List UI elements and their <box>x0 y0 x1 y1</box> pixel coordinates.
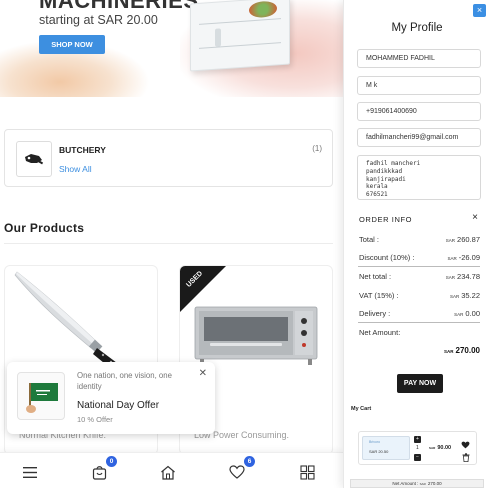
close-icon[interactable]: ✕ <box>199 368 207 379</box>
shop-now-button[interactable]: SHOP NOW <box>39 35 105 54</box>
category-count: (1) <box>312 144 322 153</box>
discount-label: Discount (10%) : <box>359 253 415 262</box>
show-all-link[interactable]: Show All <box>59 164 92 174</box>
bottom-nav: 0 6 <box>0 452 343 488</box>
address-line: kanjirapadi <box>366 175 406 183</box>
pay-now-button[interactable]: PAY NOW <box>397 374 443 393</box>
address-line: fadhil mancheri <box>366 160 421 167</box>
net-total-label: Net total : <box>359 272 392 281</box>
quantity-decrease-button[interactable]: − <box>414 454 421 461</box>
cart-thumb-price: SAR 20.50 <box>369 449 389 454</box>
hero-banner: MACHINERIES starting at SAR 20.00 SHOP N… <box>0 0 343 97</box>
order-info-title: ORDER INFO <box>359 215 413 224</box>
grid-icon[interactable] <box>297 462 317 482</box>
divider <box>358 322 480 323</box>
trash-icon[interactable] <box>462 449 470 467</box>
section-title: Our Products <box>4 221 85 235</box>
currency-label: SAR <box>419 482 426 486</box>
currency-label: SAR <box>444 349 454 354</box>
wishlist-count-badge: 6 <box>244 456 255 467</box>
knife-image <box>14 271 121 372</box>
offer-discount: 10 % Offer <box>77 415 113 424</box>
cart-title: My Cart <box>351 406 372 412</box>
currency-label: SAR <box>449 294 460 299</box>
quantity-value: 1 <box>416 445 419 451</box>
cart-item-image: Brivoro SAR 20.50 <box>362 436 410 460</box>
store-page: MACHINERIES starting at SAR 20.00 SHOP N… <box>0 0 343 488</box>
net-bar-label: Net Amount : <box>392 481 419 486</box>
butchery-icon <box>16 141 52 177</box>
offer-popup[interactable]: One nation, one vision, one identity Nat… <box>7 362 215 434</box>
net-amount-value-row: SAR 270.00 <box>444 346 480 355</box>
currency-label: SAR <box>429 446 436 450</box>
address-line: 676521 <box>366 191 388 199</box>
quantity-increase-button[interactable]: + <box>414 436 421 443</box>
cart-count-badge: 0 <box>106 456 117 467</box>
divider <box>358 266 480 267</box>
home-icon[interactable] <box>158 462 178 482</box>
cart-item: Brivoro SAR 20.50 + 1 − SAR 90.00 <box>358 431 477 465</box>
offer-title: National Day Offer <box>77 400 160 411</box>
profile-panel: × My Profile MOHAMMED FADHIL M k +919061… <box>343 0 489 488</box>
email-field[interactable]: fadhilmancheri99@gmail.com <box>357 128 481 147</box>
vat-value: 35.22 <box>461 291 480 300</box>
offer-tagline: One nation, one vision, one identity <box>77 371 172 391</box>
first-name-field[interactable]: MOHAMMED FADHIL <box>357 49 481 68</box>
profile-title: My Profile <box>391 22 443 34</box>
cart-bag-icon[interactable]: 0 <box>89 456 117 482</box>
banner-subtitle: starting at SAR 20.00 <box>39 13 158 27</box>
phone-field[interactable]: +919061400690 <box>357 102 481 121</box>
address-textarea[interactable]: fadhil mancheri pandikkkad kanjirapadi k… <box>357 155 481 200</box>
heart-icon[interactable]: 6 <box>227 456 255 482</box>
cart-item-price: SAR 90.00 <box>429 445 451 451</box>
net-total-value: 234.78 <box>457 272 480 281</box>
currency-label: SAR <box>445 238 456 243</box>
cart-item-price-value: 90.00 <box>437 445 452 451</box>
category-name: BUTCHERY <box>59 145 106 155</box>
divider <box>4 243 333 244</box>
net-amount-value: 270.00 <box>455 346 480 355</box>
cart-thumb-brand: Brivoro <box>369 440 381 444</box>
delivery-label: Delivery : <box>359 309 391 318</box>
currency-label: SAR <box>454 312 464 317</box>
last-name-field[interactable]: M k <box>357 76 481 95</box>
menu-icon[interactable] <box>20 462 40 482</box>
vat-label: VAT (15%) : <box>359 291 399 300</box>
fridge-image <box>190 0 290 72</box>
saudi-flag-image <box>17 372 65 420</box>
net-amount-label: Net Amount: <box>359 328 401 337</box>
total-label: Total : <box>359 235 380 244</box>
close-icon[interactable]: × <box>473 4 486 17</box>
net-bar-value: 270.00 <box>427 481 442 486</box>
net-amount-bar: Net Amount : SAR 270.00 <box>350 479 484 488</box>
banner-title: MACHINERIES <box>39 0 199 13</box>
address-line: kerala <box>366 183 388 191</box>
total-value: 260.87 <box>457 235 480 244</box>
category-card[interactable]: BUTCHERY Show All (1) <box>4 129 333 187</box>
delivery-value: 0.00 <box>465 309 480 318</box>
discount-value: -26.09 <box>458 253 480 262</box>
currency-label: SAR <box>445 275 456 280</box>
currency-label: SAR <box>447 256 457 261</box>
address-line: pandikkkad <box>366 167 403 175</box>
close-icon[interactable]: × <box>472 212 478 223</box>
